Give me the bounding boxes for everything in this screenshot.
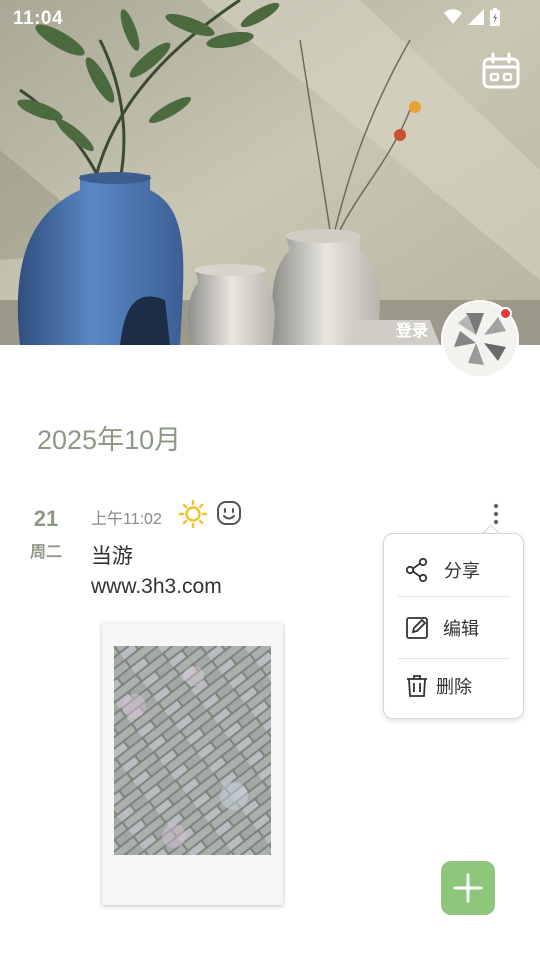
trash-icon [407,675,427,697]
notification-dot [499,307,512,320]
share-icon [405,557,428,583]
plus-icon [453,873,483,903]
status-bar: 11:04 [0,0,540,36]
battery-icon [490,8,500,26]
menu-item-share[interactable]: 分享 [384,542,525,598]
more-options-button[interactable] [486,500,506,528]
login-link[interactable]: 登录 [396,317,428,341]
context-menu: 分享 编辑 删除 [383,533,524,719]
entry-text-line1: 当游 [91,545,133,568]
menu-label-share: 分享 [444,561,480,581]
entry-text[interactable]: 当游 www.3h3.com [91,542,222,602]
entry-weekday: 周二 [29,544,62,561]
edit-icon [406,617,428,639]
menu-item-edit[interactable]: 编辑 [384,600,525,656]
menu-divider [398,596,510,597]
status-time: 11:04 [13,8,64,29]
entry-time: 上午11:02 [91,511,162,528]
calendar-button[interactable] [482,52,520,90]
menu-label-edit: 编辑 [443,619,479,639]
entry-photo [114,646,271,855]
sun-icon [178,499,208,529]
smile-icon [216,500,242,526]
status-icons [444,8,500,26]
menu-label-delete: 删除 [436,677,472,697]
entry-day: 21 [33,506,59,531]
header-image [0,0,540,345]
photo-card[interactable] [102,623,283,905]
signal-icon [468,9,484,25]
calendar-icon [482,52,520,89]
add-entry-button[interactable] [441,861,495,915]
month-title: 2025年10月 [37,425,182,455]
wifi-icon [444,9,462,24]
menu-item-delete[interactable]: 删除 [384,658,525,714]
more-vertical-icon [493,503,499,525]
entry-text-line2: www.3h3.com [91,575,222,598]
